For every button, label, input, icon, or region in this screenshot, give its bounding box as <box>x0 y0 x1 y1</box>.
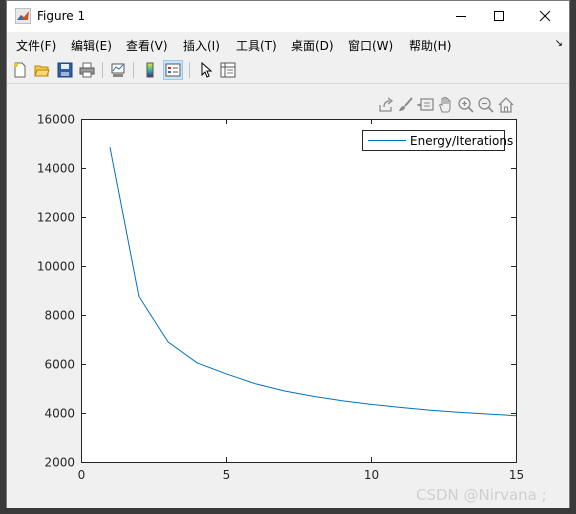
menu-insert[interactable]: 插入(I) <box>183 37 220 54</box>
open-file-icon <box>34 65 50 77</box>
print-button[interactable] <box>77 60 97 80</box>
title-bar: Figure 1 <box>7 1 569 32</box>
print-icon <box>79 62 95 78</box>
toolbar-separator <box>133 62 134 78</box>
home-icon[interactable] <box>497 96 515 114</box>
y-tick-label: 14000 <box>37 162 75 176</box>
chart: 0 5 10 15 2000 4000 6000 8000 10000 12000 14000 160… <box>37 113 524 483</box>
colorbar-button[interactable] <box>140 60 160 80</box>
menu-desktop[interactable]: 桌面(D) <box>291 37 334 54</box>
menu-overflow-icon[interactable]: ↘ <box>555 38 563 49</box>
menu-bar: 文件(F) 编辑(E) 查看(V) 插入(I) 工具(T) 桌面(D) 窗口(W… <box>7 32 569 57</box>
save-icon <box>57 62 73 78</box>
export-icon[interactable] <box>377 96 395 114</box>
zoom-out-icon[interactable] <box>477 96 495 114</box>
open-file-button[interactable] <box>32 60 52 80</box>
figure-toolbar <box>7 57 569 84</box>
y-tick-label: 12000 <box>37 211 75 225</box>
menu-file[interactable]: 文件(F) <box>16 37 56 54</box>
figure-window: Figure 1 文件(F) 编辑(E) 查看(V) 插入(I) 工具(T) 桌… <box>6 0 570 508</box>
minimize-button[interactable] <box>444 5 478 27</box>
toolbar-separator <box>102 62 103 78</box>
axes-background <box>81 119 516 462</box>
menu-edit[interactable]: 编辑(E) <box>71 37 112 54</box>
y-tick-label: 4000 <box>44 407 75 421</box>
colorbar-icon <box>146 62 154 78</box>
save-button[interactable] <box>55 60 75 80</box>
link-plot-icon <box>111 63 125 77</box>
watermark: CSDN @Nirvana ; <box>416 486 547 504</box>
x-tick-label: 15 <box>509 468 524 482</box>
property-inspector-button[interactable] <box>218 60 238 80</box>
maximize-button[interactable] <box>482 5 516 27</box>
y-tick-label: 6000 <box>44 358 75 372</box>
link-plot-button[interactable] <box>108 60 128 80</box>
y-tick-label: 16000 <box>37 113 75 127</box>
close-button[interactable] <box>528 5 562 27</box>
legend-button[interactable] <box>163 60 183 80</box>
new-figure-icon <box>14 62 26 78</box>
x-tick-label: 10 <box>364 468 379 482</box>
y-tick-label: 8000 <box>44 309 75 323</box>
toolbar-separator <box>189 62 190 78</box>
brush-icon[interactable] <box>397 96 415 114</box>
legend[interactable]: Energy/Iterations <box>362 130 514 151</box>
close-icon <box>539 10 551 22</box>
menu-view[interactable]: 查看(V) <box>126 37 168 54</box>
new-figure-button[interactable] <box>10 60 30 80</box>
legend-icon <box>165 63 181 77</box>
edit-plot-button[interactable] <box>196 60 216 80</box>
data-tips-icon[interactable] <box>417 96 435 114</box>
window-title: Figure 1 <box>37 9 86 23</box>
figure-canvas: 0 5 10 15 2000 4000 6000 8000 10000 12000 14000 160… <box>7 84 569 508</box>
legend-label: Energy/Iterations <box>410 134 513 148</box>
menu-help[interactable]: 帮助(H) <box>409 37 451 54</box>
menu-window[interactable]: 窗口(W) <box>348 37 393 54</box>
y-tick-label: 10000 <box>37 260 75 274</box>
maximize-icon <box>494 11 504 21</box>
x-tick-label: 0 <box>78 468 86 482</box>
y-tick-label: 2000 <box>44 456 75 470</box>
property-inspector-icon <box>220 62 236 78</box>
x-tick-label: 5 <box>223 468 231 482</box>
pan-icon[interactable] <box>437 96 455 114</box>
menu-tools[interactable]: 工具(T) <box>236 37 277 54</box>
zoom-in-icon[interactable] <box>457 96 475 114</box>
matlab-icon <box>15 8 31 24</box>
pointer-icon <box>201 62 213 78</box>
minimize-icon <box>456 16 466 17</box>
